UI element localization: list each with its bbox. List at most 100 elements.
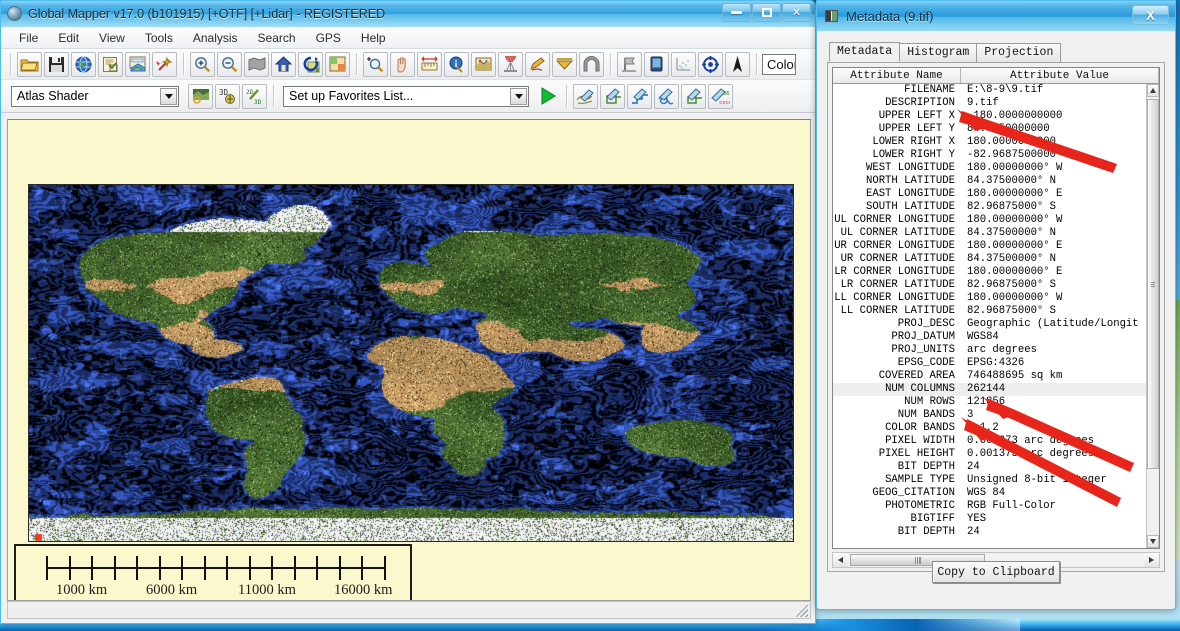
menu-item-help[interactable]: Help bbox=[351, 29, 396, 47]
open-folder-icon[interactable] bbox=[17, 52, 42, 77]
table-row[interactable]: EAST LONGITUDE 180.00000000° E bbox=[833, 188, 1146, 201]
metadata-grid-rows[interactable]: FILENAME E:\8-9\9.tif DESCRIPTION 9.tif UPPE… bbox=[833, 84, 1146, 548]
create-polygon-icon[interactable] bbox=[654, 84, 679, 109]
table-row[interactable]: LOWER RIGHT Y -82.9687500000 bbox=[833, 149, 1146, 162]
copy-to-clipboard-button[interactable]: Copy to Clipboard bbox=[932, 561, 1060, 583]
point-cloud-icon[interactable] bbox=[671, 52, 696, 77]
table-row[interactable]: SOUTH LATITUDE 82.96875000° S bbox=[833, 201, 1146, 214]
global-mapper-window[interactable]: Global Mapper v17.0 (b101915) [+OTF] [+L… bbox=[0, 0, 816, 624]
export-map-icon[interactable] bbox=[125, 52, 150, 77]
table-row[interactable]: UR CORNER LATITUDE 84.37500000° N bbox=[833, 253, 1146, 266]
tunnel-arch-icon[interactable] bbox=[579, 52, 604, 77]
table-row[interactable]: LL CORNER LONGITUDE 180.00000000° W bbox=[833, 292, 1146, 305]
table-row[interactable]: BIT DEPTH 24 bbox=[833, 526, 1146, 539]
zoom-out-icon[interactable] bbox=[217, 52, 242, 77]
pan-shape-icon[interactable] bbox=[244, 52, 269, 77]
table-row[interactable]: LR CORNER LONGITUDE 180.00000000° E bbox=[833, 266, 1146, 279]
map-client-area[interactable]: 1000 km 6000 km 11000 km 16000 km bbox=[7, 119, 811, 601]
minimize-icon[interactable] bbox=[722, 3, 751, 22]
table-row[interactable]: COVERED AREA 746488695 sq km bbox=[833, 370, 1146, 383]
table-row[interactable]: NUM BANDS 3 bbox=[833, 409, 1146, 422]
refresh-view-icon[interactable] bbox=[298, 52, 323, 77]
table-row[interactable]: UPPER LEFT X -180.0000000000 bbox=[833, 110, 1146, 123]
flag-marker-icon[interactable] bbox=[617, 52, 642, 77]
chevron-down-icon[interactable] bbox=[160, 88, 177, 105]
measure-ruler-icon[interactable] bbox=[417, 52, 442, 77]
shader-dropdown-icon[interactable] bbox=[552, 52, 577, 77]
menu-item-tools[interactable]: Tools bbox=[135, 29, 183, 47]
path-profile-icon[interactable] bbox=[471, 52, 496, 77]
metadata-titlebar[interactable]: Metadata (9.tif) X bbox=[817, 1, 1175, 31]
metadata-grid[interactable]: Attribute Name Attribute Value FILENAME E… bbox=[832, 67, 1160, 549]
metadata-vertical-scrollbar[interactable] bbox=[1146, 84, 1159, 548]
menu-item-gps[interactable]: GPS bbox=[306, 29, 351, 47]
table-row[interactable]: UL CORNER LATITUDE 84.37500000° N bbox=[833, 227, 1146, 240]
column-header-attribute-value[interactable]: Attribute Value bbox=[961, 68, 1159, 83]
3d-view-icon[interactable]: i bbox=[644, 52, 669, 77]
favorites-select[interactable]: Set up Favorites List... bbox=[283, 86, 529, 107]
play-run-icon[interactable] bbox=[535, 84, 560, 109]
menu-item-analysis[interactable]: Analysis bbox=[183, 29, 248, 47]
tab-metadata[interactable]: Metadata bbox=[829, 42, 900, 62]
tab-projection[interactable]: Projection bbox=[976, 43, 1061, 62]
layer-document-icon[interactable] bbox=[98, 52, 123, 77]
scroll-up-arrow[interactable] bbox=[1147, 84, 1159, 97]
table-row[interactable]: WEST LONGITUDE 180.00000000° W bbox=[833, 162, 1146, 175]
shader-preview-icon[interactable] bbox=[188, 84, 213, 109]
north-arrow-icon[interactable] bbox=[725, 52, 750, 77]
create-line-icon[interactable] bbox=[627, 84, 652, 109]
scroll-down-arrow[interactable] bbox=[1147, 535, 1159, 548]
table-row[interactable]: UPPER LEFT Y 84.3750000000 bbox=[833, 123, 1146, 136]
close-icon[interactable]: X bbox=[1132, 5, 1169, 25]
save-disk-icon[interactable] bbox=[44, 52, 69, 77]
zoom-select-icon[interactable] bbox=[363, 52, 388, 77]
table-row[interactable]: BIGTIFF YES bbox=[833, 513, 1146, 526]
home-view-icon[interactable] bbox=[271, 52, 296, 77]
table-row[interactable]: NUM ROWS 121856 bbox=[833, 396, 1146, 409]
vertical-scroll-thumb[interactable] bbox=[1147, 99, 1159, 469]
secondary-toolbar[interactable]: Atlas Shader 3D 2D 3D Set up Favorites Li… bbox=[1, 80, 815, 113]
main-toolbar[interactable]: i Color bbox=[1, 49, 815, 80]
shader-select[interactable]: Atlas Shader bbox=[11, 86, 179, 107]
table-row[interactable]: LR CORNER LATITUDE 82.96875000° S bbox=[833, 279, 1146, 292]
table-row[interactable]: BIT DEPTH 24 bbox=[833, 461, 1146, 474]
hand-pan-icon[interactable] bbox=[390, 52, 415, 77]
window-controls[interactable]: ✕ bbox=[722, 3, 811, 22]
tab-histogram[interactable]: Histogram bbox=[899, 43, 977, 62]
table-row[interactable]: PROJ_DATUM WGS84 bbox=[833, 331, 1146, 344]
table-row[interactable]: UL CORNER LONGITUDE 180.00000000° W bbox=[833, 214, 1146, 227]
table-row[interactable]: FILENAME E:\8-9\9.tif bbox=[833, 84, 1146, 97]
scroll-left-arrow[interactable] bbox=[833, 553, 848, 567]
create-box-icon[interactable] bbox=[681, 84, 706, 109]
maximize-icon[interactable] bbox=[752, 3, 781, 22]
table-row[interactable]: PIXEL HEIGHT 0.001373 arc degrees bbox=[833, 448, 1146, 461]
table-row[interactable]: PROJ_DESC Geographic (Latitude/Longit bbox=[833, 318, 1146, 331]
table-row[interactable]: UR CORNER LONGITUDE 180.00000000° E bbox=[833, 240, 1146, 253]
scroll-right-arrow[interactable] bbox=[1144, 553, 1159, 567]
table-row[interactable]: NUM COLUMNS 262144 bbox=[833, 383, 1146, 396]
metadata-window[interactable]: Metadata (9.tif) X Metadata Histogram Pr… bbox=[816, 0, 1176, 610]
table-row[interactable]: SAMPLE TYPE Unsigned 8-bit Integer bbox=[833, 474, 1146, 487]
crosshair-center-icon[interactable] bbox=[698, 52, 723, 77]
table-row[interactable]: GEOG_CITATION WGS 84 bbox=[833, 487, 1146, 500]
table-row[interactable]: PIXEL WIDTH 0.001373 arc degrees bbox=[833, 435, 1146, 448]
create-rect-icon[interactable] bbox=[600, 84, 625, 109]
2d-3d-convert-icon[interactable]: 2D 3D bbox=[242, 84, 267, 109]
column-header-attribute-name[interactable]: Attribute Name bbox=[833, 68, 961, 83]
resize-grip-icon[interactable] bbox=[796, 605, 808, 617]
world-satellite-bathymetry-map[interactable] bbox=[28, 184, 794, 542]
feature-info-icon[interactable] bbox=[444, 52, 469, 77]
menu-item-edit[interactable]: Edit bbox=[48, 29, 89, 47]
zoom-in-icon[interactable] bbox=[190, 52, 215, 77]
table-row[interactable]: PROJ_UNITS arc degrees bbox=[833, 344, 1146, 357]
create-area-icon[interactable] bbox=[573, 84, 598, 109]
table-row[interactable]: NORTH LATITUDE 84.37500000° N bbox=[833, 175, 1146, 188]
table-row[interactable]: COLOR BANDS 0,1,2 bbox=[833, 422, 1146, 435]
coordinate-entry-icon[interactable]: 36coco bbox=[708, 84, 733, 109]
menu-item-file[interactable]: File bbox=[9, 29, 48, 47]
table-row[interactable]: PHOTOMETRIC RGB Full-Color bbox=[833, 500, 1146, 513]
window-tile-icon[interactable] bbox=[325, 52, 350, 77]
close-icon[interactable]: ✕ bbox=[782, 3, 811, 22]
globe-web-icon[interactable] bbox=[71, 52, 96, 77]
table-row[interactable]: DESCRIPTION 9.tif bbox=[833, 97, 1146, 110]
